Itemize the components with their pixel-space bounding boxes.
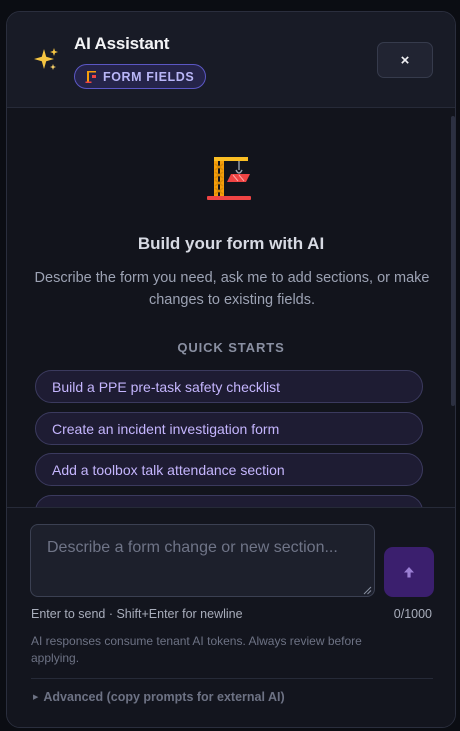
resize-grip-icon[interactable] — [363, 586, 372, 595]
welcome-title: Build your form with AI — [137, 234, 325, 253]
composer-footer: Enter to send · Shift+Enter for newline … — [7, 507, 455, 727]
welcome-text: Describe the form you need, ask me to ad… — [34, 270, 430, 308]
advanced-label: Advanced (copy prompts for external AI) — [43, 690, 285, 704]
form-fields-badge: FORM FIELDS — [74, 64, 207, 89]
arrow-up-icon — [404, 567, 414, 578]
panel-title: AI Assistant — [74, 34, 170, 53]
crane-icon — [85, 71, 96, 83]
caret-right-icon: ▶ — [33, 694, 39, 701]
badge-label: FORM FIELDS — [103, 69, 195, 84]
close-button[interactable]: × — [377, 42, 433, 78]
divider — [31, 678, 433, 679]
send-button[interactable] — [384, 547, 434, 597]
character-counter: 0/1000 — [393, 607, 432, 621]
prompt-input[interactable] — [30, 524, 375, 597]
keyboard-hint: Enter to send · Shift+Enter for newline — [31, 607, 243, 621]
token-disclaimer: AI responses consume tenant AI tokens. A… — [31, 634, 362, 665]
scrollbar[interactable] — [451, 116, 455, 406]
chat-body: Build your form with AI Describe the for… — [7, 108, 455, 507]
advanced-toggle[interactable]: ▶ Advanced (copy prompts for external AI… — [33, 690, 285, 704]
quick-starts-heading: QUICK STARTS — [177, 340, 285, 355]
sparkles-icon — [34, 48, 58, 70]
quick-start-ppe-checklist[interactable]: Build a PPE pre-task safety checklist — [35, 370, 423, 403]
close-icon: × — [400, 51, 410, 69]
quick-start-toolbox-talk[interactable]: Add a toolbox talk attendance section — [35, 453, 423, 486]
ai-assistant-panel: AI Assistant FORM FIELDS × Build your fo… — [6, 11, 456, 728]
quick-start-hazard-fields[interactable]: Add hazard and mitigation fields — [35, 495, 423, 507]
quick-start-incident-form[interactable]: Create an incident investigation form — [35, 412, 423, 445]
panel-header: AI Assistant FORM FIELDS × — [7, 12, 455, 108]
crane-icon — [207, 157, 251, 200]
